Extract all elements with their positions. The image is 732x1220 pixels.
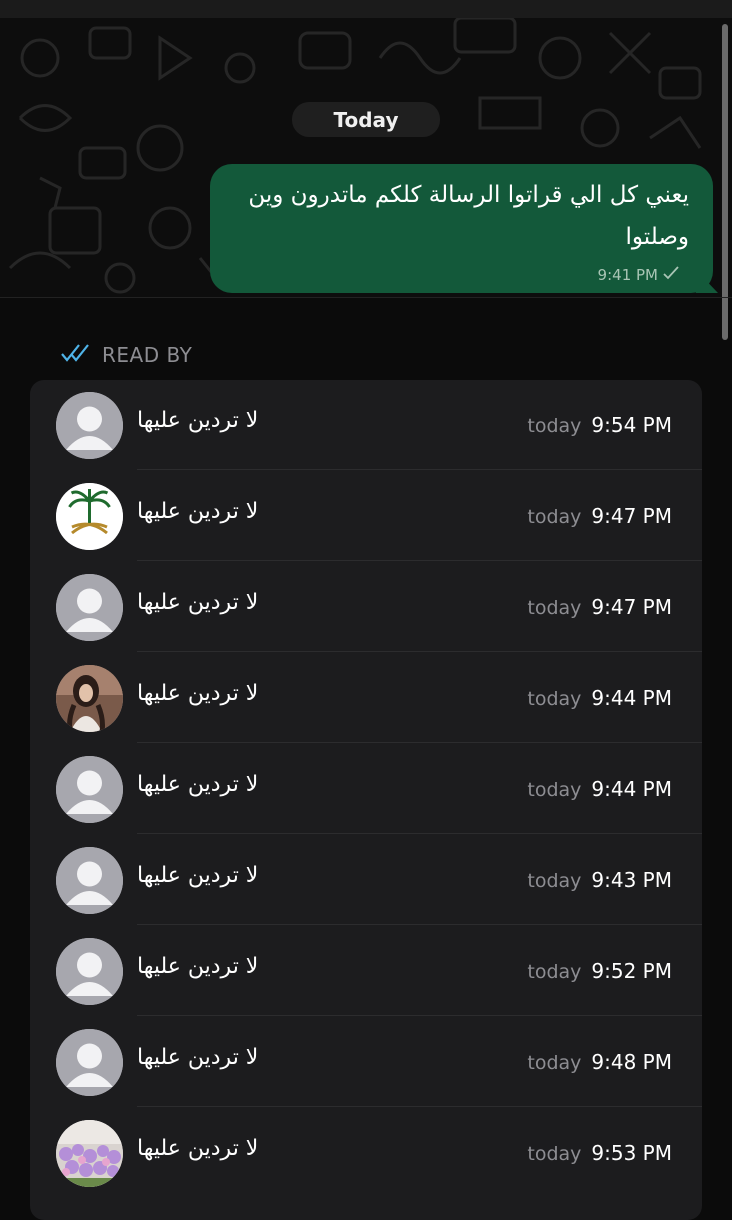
read-time: 9:53 PM (591, 1141, 672, 1165)
reader-name: لا تردين عليها (137, 863, 259, 888)
date-pill: Today (292, 102, 440, 137)
double-check-icon (60, 343, 92, 368)
read-timestamp: today 9:54 PM (527, 413, 672, 437)
reader-row[interactable]: لا تردين عليها today 9:47 PM (30, 562, 702, 652)
read-time: 9:44 PM (591, 777, 672, 801)
reader-row[interactable]: لا تردين عليها today 9:53 PM (30, 1108, 702, 1198)
reader-row[interactable]: لا تردين عليها today 9:47 PM (30, 471, 702, 561)
read-day: today (527, 779, 582, 801)
row-divider (137, 651, 702, 652)
read-time: 9:44 PM (591, 686, 672, 710)
read-timestamp: today 9:47 PM (527, 595, 672, 619)
message-meta: 9:41 PM (598, 266, 679, 284)
readers-list: لا تردين عليها today 9:54 PM لا تردين عليها… (30, 380, 702, 1220)
row-divider (137, 1015, 702, 1016)
photo-avatar[interactable] (56, 665, 123, 732)
read-time: 9:48 PM (591, 1050, 672, 1074)
default-avatar[interactable] (56, 938, 123, 1005)
read-time: 9:43 PM (591, 868, 672, 892)
read-timestamp: today 9:53 PM (527, 1141, 672, 1165)
reader-row[interactable]: لا تردين عليها today 9:54 PM (30, 380, 702, 470)
reader-name: لا تردين عليها (137, 590, 259, 615)
read-timestamp: today 9:43 PM (527, 868, 672, 892)
reader-row[interactable]: لا تردين عليها today 9:48 PM (30, 1017, 702, 1107)
row-divider (137, 742, 702, 743)
reader-name: لا تردين عليها (137, 954, 259, 979)
scrollbar[interactable] (722, 24, 728, 340)
reader-name: لا تردين عليها (137, 1136, 259, 1161)
top-bar (0, 0, 732, 18)
read-day: today (527, 961, 582, 983)
read-day: today (527, 506, 582, 528)
row-divider (137, 560, 702, 561)
flowers-avatar[interactable] (56, 1120, 123, 1187)
read-day: today (527, 415, 582, 437)
row-divider (137, 1106, 702, 1107)
read-timestamp: today 9:44 PM (527, 777, 672, 801)
read-time: 9:47 PM (591, 504, 672, 528)
read-day: today (527, 870, 582, 892)
reader-row[interactable]: لا تردين عليها today 9:44 PM (30, 744, 702, 834)
read-day: today (527, 597, 582, 619)
default-avatar[interactable] (56, 574, 123, 641)
reader-name: لا تردين عليها (137, 408, 259, 433)
message-time: 9:41 PM (597, 266, 658, 284)
reader-row[interactable]: لا تردين عليها today 9:44 PM (30, 653, 702, 743)
row-divider (137, 833, 702, 834)
read-time: 9:54 PM (591, 413, 672, 437)
row-divider (137, 924, 702, 925)
reader-row[interactable]: لا تردين عليها today 9:52 PM (30, 926, 702, 1016)
read-timestamp: today 9:47 PM (527, 504, 672, 528)
read-day: today (527, 1052, 582, 1074)
read-timestamp: today 9:44 PM (527, 686, 672, 710)
default-avatar[interactable] (56, 847, 123, 914)
read-timestamp: today 9:48 PM (527, 1050, 672, 1074)
default-avatar[interactable] (56, 1029, 123, 1096)
reader-name: لا تردين عليها (137, 499, 259, 524)
chat-background: Today يعني كل الي قراتوا الرسالة كلكم ما… (0, 18, 732, 298)
reader-name: لا تردين عليها (137, 681, 259, 706)
message-bubble[interactable]: يعني كل الي قراتوا الرسالة كلكم ماتدرون … (210, 164, 713, 293)
read-time: 9:47 PM (591, 595, 672, 619)
message-text: يعني كل الي قراتوا الرسالة كلكم ماتدرون … (248, 182, 689, 250)
read-by-header: READ BY (60, 340, 192, 370)
read-day: today (527, 1143, 582, 1165)
single-check-icon (663, 266, 679, 284)
section-divider (0, 297, 732, 298)
default-avatar[interactable] (56, 756, 123, 823)
bubble-tail (696, 270, 718, 293)
palm-emblem-avatar[interactable] (56, 483, 123, 550)
row-divider (137, 469, 702, 470)
read-timestamp: today 9:52 PM (527, 959, 672, 983)
default-avatar[interactable] (56, 392, 123, 459)
read-day: today (527, 688, 582, 710)
read-time: 9:52 PM (591, 959, 672, 983)
read-by-label: READ BY (102, 343, 193, 367)
reader-name: لا تردين عليها (137, 1045, 259, 1070)
reader-name: لا تردين عليها (137, 772, 259, 797)
reader-row[interactable]: لا تردين عليها today 9:43 PM (30, 835, 702, 925)
